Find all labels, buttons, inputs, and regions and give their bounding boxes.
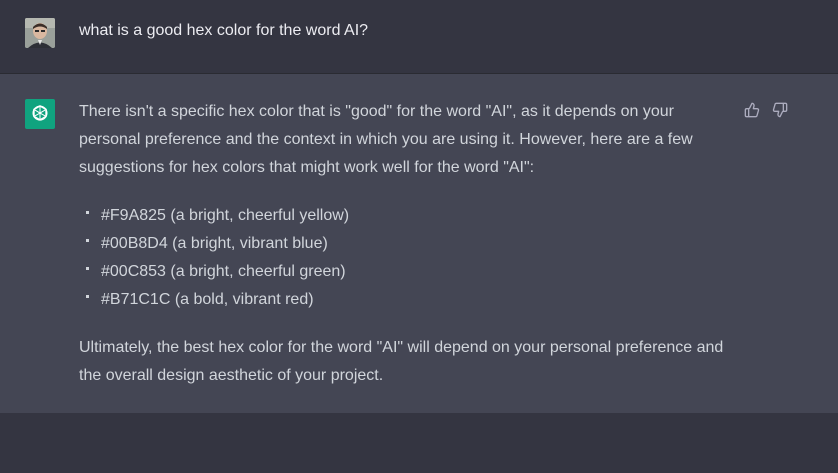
thumbs-down-button[interactable] xyxy=(772,102,788,118)
list-item: #00C853 (a bright, cheerful green) xyxy=(79,258,739,286)
bottom-spacer xyxy=(0,413,838,473)
list-item: #F9A825 (a bright, cheerful yellow) xyxy=(79,202,739,230)
assistant-message-row: There isn't a specific hex color that is… xyxy=(0,74,838,413)
list-item: #00B8D4 (a bright, vibrant blue) xyxy=(79,230,739,258)
list-item: #B71C1C (a bold, vibrant red) xyxy=(79,286,739,314)
thumbs-down-icon xyxy=(772,102,788,118)
assistant-conclusion-paragraph: Ultimately, the best hex color for the w… xyxy=(79,339,724,384)
bullet-icon xyxy=(86,295,89,298)
user-message-row: what is a good hex color for the word AI… xyxy=(0,0,838,74)
list-item-text: #F9A825 (a bright, cheerful yellow) xyxy=(101,207,350,224)
bullet-icon xyxy=(86,211,89,214)
suggestion-list: #F9A825 (a bright, cheerful yellow) #00B… xyxy=(79,202,739,314)
openai-logo-icon xyxy=(32,105,48,121)
user-avatar-photo xyxy=(25,18,55,48)
thumbs-up-button[interactable] xyxy=(744,102,760,118)
bullet-icon xyxy=(86,239,89,242)
assistant-intro-paragraph: There isn't a specific hex color that is… xyxy=(79,103,693,176)
user-avatar xyxy=(25,18,55,48)
user-message-text: what is a good hex color for the word AI… xyxy=(79,22,369,39)
list-item-text: #00B8D4 (a bright, vibrant blue) xyxy=(101,235,328,252)
assistant-message-content: There isn't a specific hex color that is… xyxy=(79,98,739,390)
assistant-avatar xyxy=(25,99,55,129)
list-item-text: #B71C1C (a bold, vibrant red) xyxy=(101,291,314,308)
thumbs-up-icon xyxy=(744,102,760,118)
bullet-icon xyxy=(86,267,89,270)
list-item-text: #00C853 (a bright, cheerful green) xyxy=(101,263,346,280)
